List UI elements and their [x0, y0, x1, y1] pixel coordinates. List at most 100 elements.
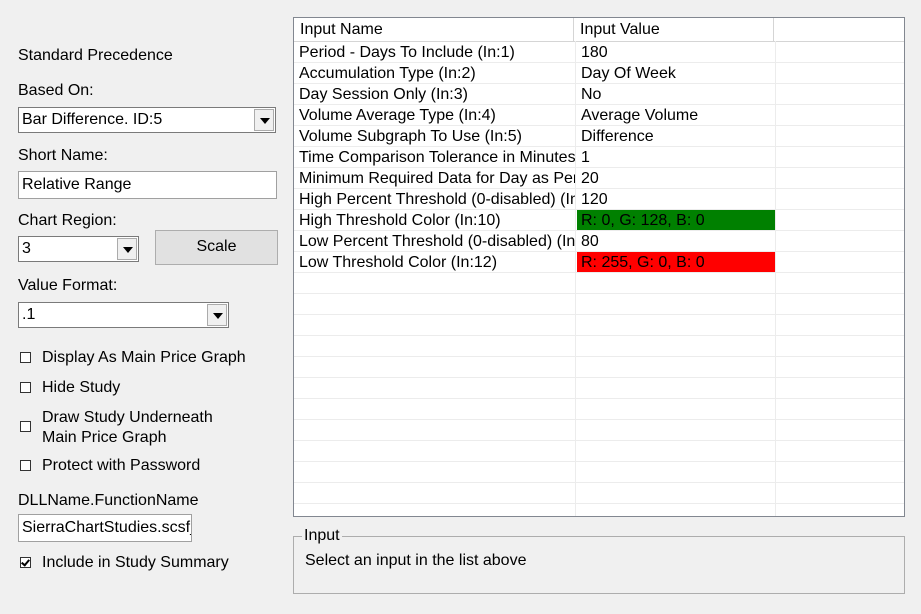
short-name-input[interactable]: Relative Range — [18, 171, 277, 199]
empty-cell — [294, 462, 576, 482]
empty-table-row — [294, 336, 904, 357]
input-value-cell[interactable]: 180 — [576, 42, 776, 62]
column-header-empty — [774, 18, 904, 41]
draw-study-underneath-checkbox[interactable]: Draw Study Underneath Main Price Graph — [20, 408, 270, 448]
empty-cell — [576, 378, 776, 398]
empty-cell — [576, 273, 776, 293]
input-name-cell: Day Session Only (In:3) — [299, 86, 468, 103]
table-row[interactable]: Low Threshold Color (In:12) R: 255, G: 0,… — [294, 252, 904, 273]
table-row[interactable]: Period - Days To Include (In:1) 180 — [294, 42, 904, 63]
table-row[interactable]: Volume Subgraph To Use (In:5) Difference — [294, 126, 904, 147]
empty-cell — [294, 273, 576, 293]
checkbox-icon[interactable] — [20, 421, 31, 432]
empty-cell — [576, 420, 776, 440]
standard-precedence-label: Standard Precedence — [18, 47, 173, 64]
hide-study-checkbox[interactable]: Hide Study — [20, 378, 270, 398]
chart-region-value: 3 — [22, 240, 31, 257]
input-value-cell[interactable]: 20 — [576, 168, 776, 188]
input-value-cell[interactable]: No — [576, 84, 776, 104]
protect-with-password-checkbox[interactable]: Protect with Password — [20, 456, 270, 476]
chart-region-label: Chart Region: — [18, 212, 117, 229]
empty-table-row — [294, 462, 904, 483]
input-value-cell[interactable]: 120 — [576, 189, 776, 209]
table-row[interactable]: Minimum Required Data for Day as Percent… — [294, 168, 904, 189]
input-name-cell: Low Percent Threshold (0-disabled) (In:1… — [299, 233, 576, 250]
empty-cell — [576, 294, 776, 314]
empty-table-row — [294, 273, 904, 294]
empty-cell — [294, 441, 576, 461]
empty-table-row — [294, 357, 904, 378]
dll-function-input[interactable]: SierraChartStudies.scsf_ — [18, 514, 192, 542]
checkbox-icon[interactable] — [20, 460, 31, 471]
column-header-input-value[interactable]: Input Value — [574, 18, 774, 41]
input-value-cell[interactable]: 1 — [576, 147, 776, 167]
table-row[interactable]: Low Percent Threshold (0-disabled) (In:1… — [294, 231, 904, 252]
include-in-study-summary-checkbox[interactable]: Include in Study Summary — [20, 553, 270, 573]
table-row[interactable]: Day Session Only (In:3) No — [294, 84, 904, 105]
empty-cell — [576, 441, 776, 461]
table-row[interactable]: High Threshold Color (In:10) R: 0, G: 128… — [294, 210, 904, 231]
empty-cell — [576, 399, 776, 419]
based-on-label: Based On: — [18, 82, 94, 99]
value-format-value: .1 — [22, 306, 36, 323]
table-row[interactable]: High Percent Threshold (0-disabled) (In:… — [294, 189, 904, 210]
hide-study-label: Hide Study — [42, 379, 121, 396]
draw-study-underneath-label-line2: Main Price Graph — [42, 429, 167, 446]
empty-table-row — [294, 483, 904, 504]
table-row[interactable]: Accumulation Type (In:2) Day Of Week — [294, 63, 904, 84]
input-value-cell[interactable]: Average Volume — [576, 105, 776, 125]
empty-cell — [294, 420, 576, 440]
include-in-study-summary-label: Include in Study Summary — [42, 554, 229, 571]
input-value-cell[interactable]: R: 255, G: 0, B: 0 — [577, 252, 775, 272]
input-name-cell: Minimum Required Data for Day as Percent… — [299, 170, 576, 187]
checkbox-icon[interactable] — [20, 382, 31, 393]
input-description-group: Input Select an input in the list above — [293, 526, 905, 594]
column-header-input-name[interactable]: Input Name — [294, 18, 574, 41]
checkbox-icon[interactable] — [20, 352, 31, 363]
input-name-cell: Volume Average Type (In:4) — [299, 107, 496, 124]
empty-cell — [576, 462, 776, 482]
input-name-cell: Volume Subgraph To Use (In:5) — [299, 128, 522, 145]
checkmark-icon[interactable] — [20, 557, 31, 568]
value-format-label: Value Format: — [18, 277, 118, 294]
input-name-cell: High Threshold Color (In:10) — [299, 212, 501, 229]
empty-table-row — [294, 378, 904, 399]
chart-region-dropdown[interactable]: 3 — [18, 236, 139, 262]
column-divider — [775, 41, 776, 516]
empty-cell — [294, 294, 576, 314]
input-value-cell[interactable]: R: 0, G: 128, B: 0 — [577, 210, 775, 230]
input-name-cell: Period - Days To Include (In:1) — [299, 44, 515, 61]
display-main-price-graph-checkbox[interactable]: Display As Main Price Graph — [20, 348, 270, 368]
input-description-text: Select an input in the list above — [305, 552, 527, 569]
dll-function-label: DLLName.FunctionName — [18, 492, 199, 509]
input-name-cell: High Percent Threshold (0-disabled) (In:… — [299, 191, 576, 208]
chevron-down-icon[interactable] — [254, 109, 274, 131]
based-on-dropdown[interactable]: Bar Difference. ID:5 — [18, 107, 276, 133]
scale-button[interactable]: Scale — [155, 230, 278, 265]
table-row[interactable]: Time Comparison Tolerance in Minutes (In… — [294, 147, 904, 168]
empty-table-row — [294, 315, 904, 336]
empty-table-row — [294, 420, 904, 441]
input-name-cell: Low Threshold Color (In:12) — [299, 254, 498, 271]
chevron-down-icon[interactable] — [117, 238, 137, 260]
display-main-price-graph-label: Display As Main Price Graph — [42, 349, 246, 366]
input-name-cell: Accumulation Type (In:2) — [299, 65, 476, 82]
empty-cell — [576, 315, 776, 335]
input-name-cell: Time Comparison Tolerance in Minutes (In… — [299, 149, 576, 166]
empty-cell — [294, 399, 576, 419]
value-format-dropdown[interactable]: .1 — [18, 302, 229, 328]
empty-cell — [294, 378, 576, 398]
empty-cell — [294, 357, 576, 377]
table-row[interactable]: Volume Average Type (In:4) Average Volume — [294, 105, 904, 126]
empty-table-row — [294, 294, 904, 315]
inputs-grid[interactable]: Input Name Input Value Period - Days To … — [293, 17, 905, 517]
input-value-cell[interactable]: Difference — [576, 126, 776, 146]
short-name-label: Short Name: — [18, 147, 108, 164]
input-value-cell[interactable]: Day Of Week — [576, 63, 776, 83]
empty-cell — [294, 483, 576, 503]
protect-with-password-label: Protect with Password — [42, 457, 201, 474]
input-value-cell[interactable]: 80 — [576, 231, 776, 251]
chevron-down-icon[interactable] — [207, 304, 227, 326]
empty-table-row — [294, 441, 904, 462]
column-divider — [575, 41, 576, 516]
